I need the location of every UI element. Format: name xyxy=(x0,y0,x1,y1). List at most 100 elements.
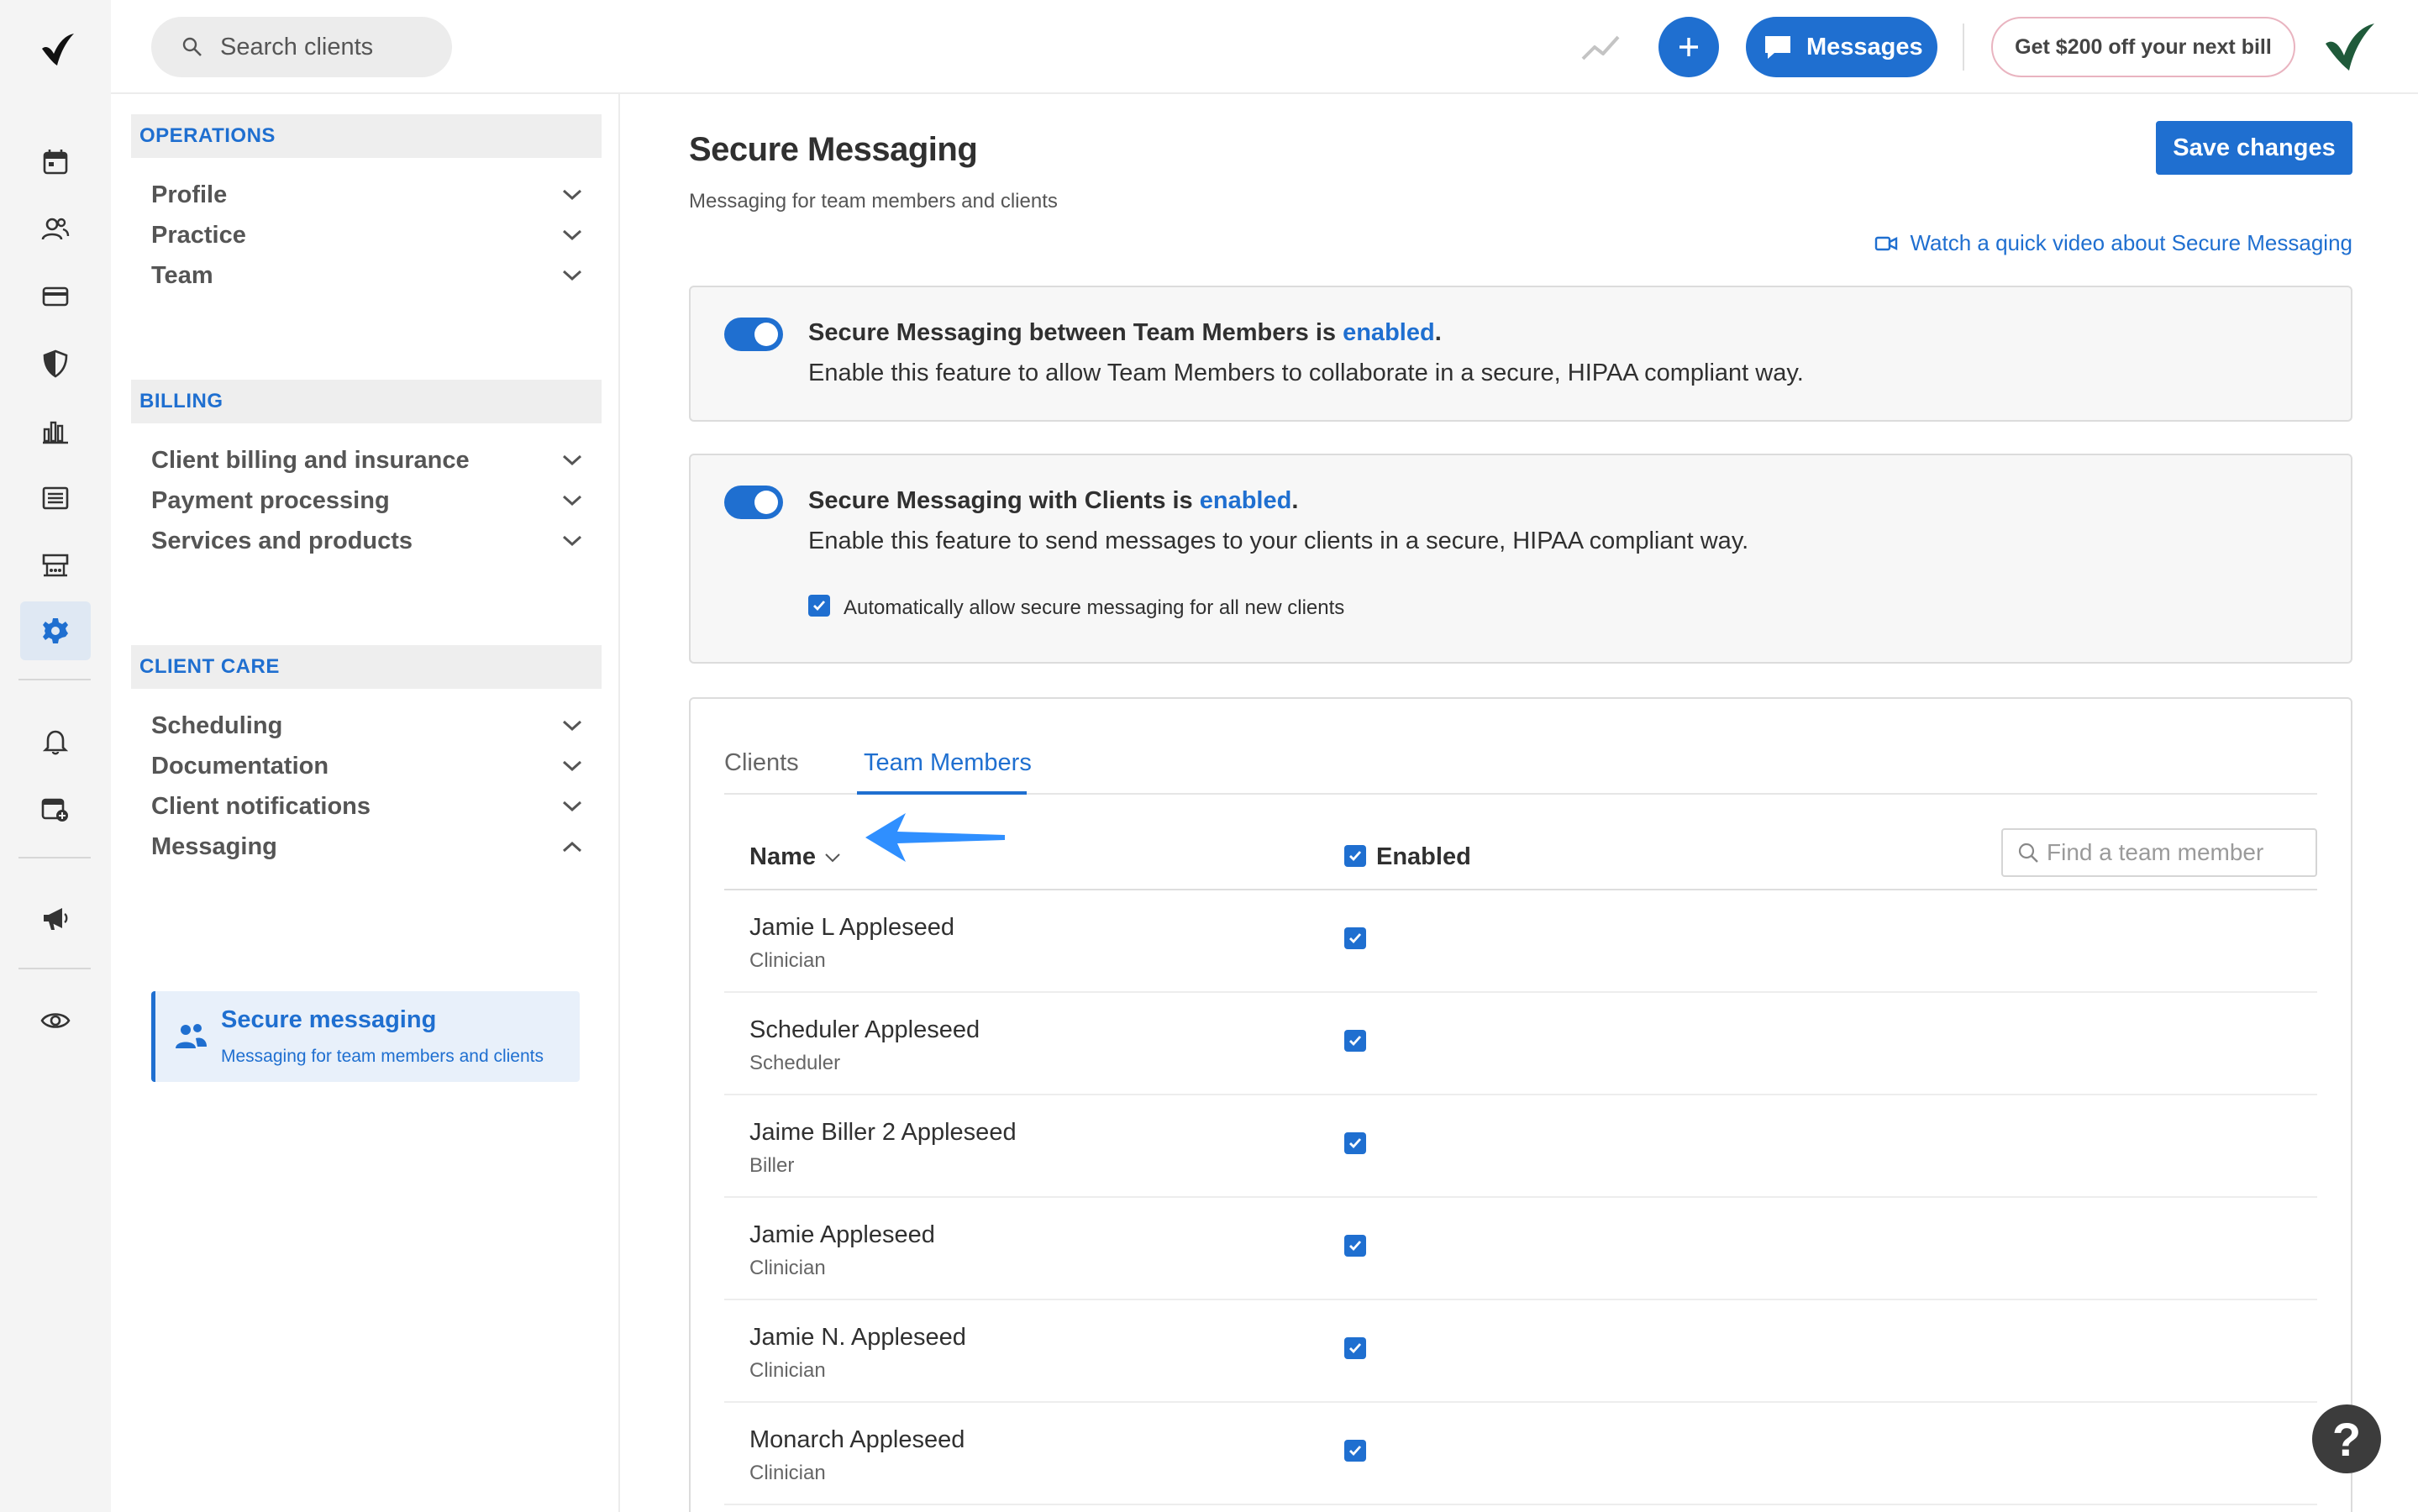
plus-icon xyxy=(1679,38,1698,56)
notifications-bell-icon[interactable] xyxy=(20,712,91,771)
member-role: Biller xyxy=(749,1154,795,1177)
status-enabled: enabled xyxy=(1343,319,1435,346)
select-all-enabled-checkbox[interactable] xyxy=(1344,845,1366,867)
member-name: Jaime Biller 2 Appleseed xyxy=(749,1119,1017,1146)
table-row: Jamie Appleseed Clinician xyxy=(724,1198,2317,1300)
nav-item-label: Client notifications xyxy=(151,792,371,820)
checkmark-icon xyxy=(1349,1343,1362,1354)
member-name: Scheduler Appleseed xyxy=(749,1016,980,1043)
add-button[interactable] xyxy=(1658,17,1719,77)
help-button[interactable]: ? xyxy=(2312,1404,2381,1473)
account-avatar[interactable] xyxy=(2321,18,2378,76)
chevron-down-icon xyxy=(562,495,582,507)
billing-card-icon[interactable] xyxy=(20,267,91,326)
nav-item-label: Services and products xyxy=(151,527,413,554)
client-messaging-card: Secure Messaging with Clients is enabled… xyxy=(689,454,2352,664)
table-row: Jaime Biller 2 Appleseed Biller xyxy=(724,1095,2317,1198)
nav-item-label: Messaging xyxy=(151,832,277,860)
search-clients-input[interactable]: Search clients xyxy=(151,17,452,77)
member-role: Clinician xyxy=(749,1359,826,1382)
client-messaging-description: Enable this feature to send messages to … xyxy=(808,528,1749,554)
analytics-icon[interactable] xyxy=(20,402,91,460)
table-row: Jamie L Appleseed Clinician xyxy=(724,890,2317,993)
member-name: Jamie N. Appleseed xyxy=(749,1324,966,1351)
subnav-title: Secure messaging xyxy=(221,1006,437,1033)
chevron-down-icon xyxy=(562,189,582,201)
page-subtitle: Messaging for team members and clients xyxy=(689,190,1058,213)
section-header-billing: BILLING xyxy=(131,380,602,423)
messages-label: Messages xyxy=(1806,33,1923,60)
save-changes-button[interactable]: Save changes xyxy=(2156,121,2352,175)
member-enabled-checkbox[interactable] xyxy=(1344,1235,1366,1257)
team-members-icon xyxy=(176,1024,207,1048)
messages-button[interactable]: Messages xyxy=(1746,17,1937,77)
chevron-up-icon xyxy=(562,841,582,853)
member-enabled-checkbox[interactable] xyxy=(1344,1337,1366,1359)
name-column-header[interactable]: Name xyxy=(749,843,841,871)
nav-item-services-products[interactable]: Services and products xyxy=(151,516,588,566)
search-icon xyxy=(2018,843,2038,863)
tab-team-members[interactable]: Team Members xyxy=(864,749,1032,777)
trend-icon[interactable] xyxy=(1581,30,1620,64)
find-placeholder: Find a team member xyxy=(2047,839,2264,865)
calendar-icon[interactable] xyxy=(20,133,91,192)
search-icon xyxy=(182,37,202,56)
annotation-arrow-icon xyxy=(865,813,1005,862)
member-enabled-checkbox[interactable] xyxy=(1344,1440,1366,1462)
auto-allow-checkbox[interactable] xyxy=(808,595,830,617)
chevron-down-icon xyxy=(562,454,582,466)
rail-divider xyxy=(18,679,91,680)
find-team-member-input[interactable]: Find a team member xyxy=(2001,828,2317,877)
nav-item-team[interactable]: Team xyxy=(151,250,588,301)
subnav-description: Messaging for team members and clients xyxy=(221,1047,544,1066)
nav-item-messaging[interactable]: Messaging xyxy=(151,822,588,872)
checkmark-icon xyxy=(1349,1036,1362,1047)
member-enabled-checkbox[interactable] xyxy=(1344,1132,1366,1154)
checkmark-icon xyxy=(1349,933,1362,944)
nav-item-label: Client billing and insurance xyxy=(151,446,470,474)
team-messaging-title: Secure Messaging between Team Members is… xyxy=(808,319,1442,346)
nav-item-label: Payment processing xyxy=(151,486,390,514)
marketplace-icon[interactable] xyxy=(20,536,91,595)
tab-clients[interactable]: Clients xyxy=(724,749,799,777)
chevron-down-icon xyxy=(562,270,582,281)
chat-bubble-icon xyxy=(1765,36,1790,59)
preview-eye-icon[interactable] xyxy=(20,991,91,1050)
main-content: Secure Messaging Messaging for team memb… xyxy=(622,94,2418,1512)
nav-item-label: Scheduling xyxy=(151,711,283,739)
auto-allow-label: Automatically allow secure messaging for… xyxy=(844,596,1345,619)
settings-gear-icon[interactable] xyxy=(20,601,91,660)
member-enabled-checkbox[interactable] xyxy=(1344,927,1366,949)
insurance-shield-icon[interactable] xyxy=(20,334,91,393)
chevron-down-icon xyxy=(562,229,582,241)
active-tab-indicator xyxy=(857,791,1027,795)
status-enabled: enabled xyxy=(1199,487,1292,514)
calendar-add-icon[interactable] xyxy=(20,780,91,838)
checkmark-icon xyxy=(813,601,826,612)
topbar-divider xyxy=(1963,24,1964,71)
nav-item-label: Team xyxy=(151,261,213,289)
app-rail xyxy=(0,0,111,1512)
sort-chevron-icon xyxy=(825,853,840,862)
video-link-label: Watch a quick video about Secure Messagi… xyxy=(1910,230,2352,255)
member-enabled-checkbox[interactable] xyxy=(1344,1030,1366,1052)
clients-icon[interactable] xyxy=(20,200,91,259)
subnav-secure-messaging[interactable]: Secure messaging Messaging for team memb… xyxy=(151,991,580,1082)
app-logo[interactable] xyxy=(37,30,77,71)
search-placeholder: Search clients xyxy=(220,33,374,60)
promo-button[interactable]: Get $200 off your next bill xyxy=(1991,17,2295,77)
table-row: Monarch Appleseed Clinician xyxy=(724,1403,2317,1505)
chevron-down-icon xyxy=(562,760,582,772)
rail-divider xyxy=(18,857,91,858)
client-messaging-toggle[interactable] xyxy=(724,486,783,519)
team-messaging-card: Secure Messaging between Team Members is… xyxy=(689,286,2352,422)
chevron-down-icon xyxy=(562,720,582,732)
top-bar: Search clients Messages Get $200 off you… xyxy=(111,0,2418,94)
team-messaging-toggle[interactable] xyxy=(724,318,783,351)
page-title: Secure Messaging xyxy=(689,131,978,168)
chevron-down-icon xyxy=(562,535,582,547)
announcements-megaphone-icon[interactable] xyxy=(20,889,91,948)
section-header-client-care: CLIENT CARE xyxy=(131,645,602,689)
watch-video-link[interactable]: Watch a quick video about Secure Messagi… xyxy=(1874,230,2352,256)
list-icon[interactable] xyxy=(20,469,91,528)
